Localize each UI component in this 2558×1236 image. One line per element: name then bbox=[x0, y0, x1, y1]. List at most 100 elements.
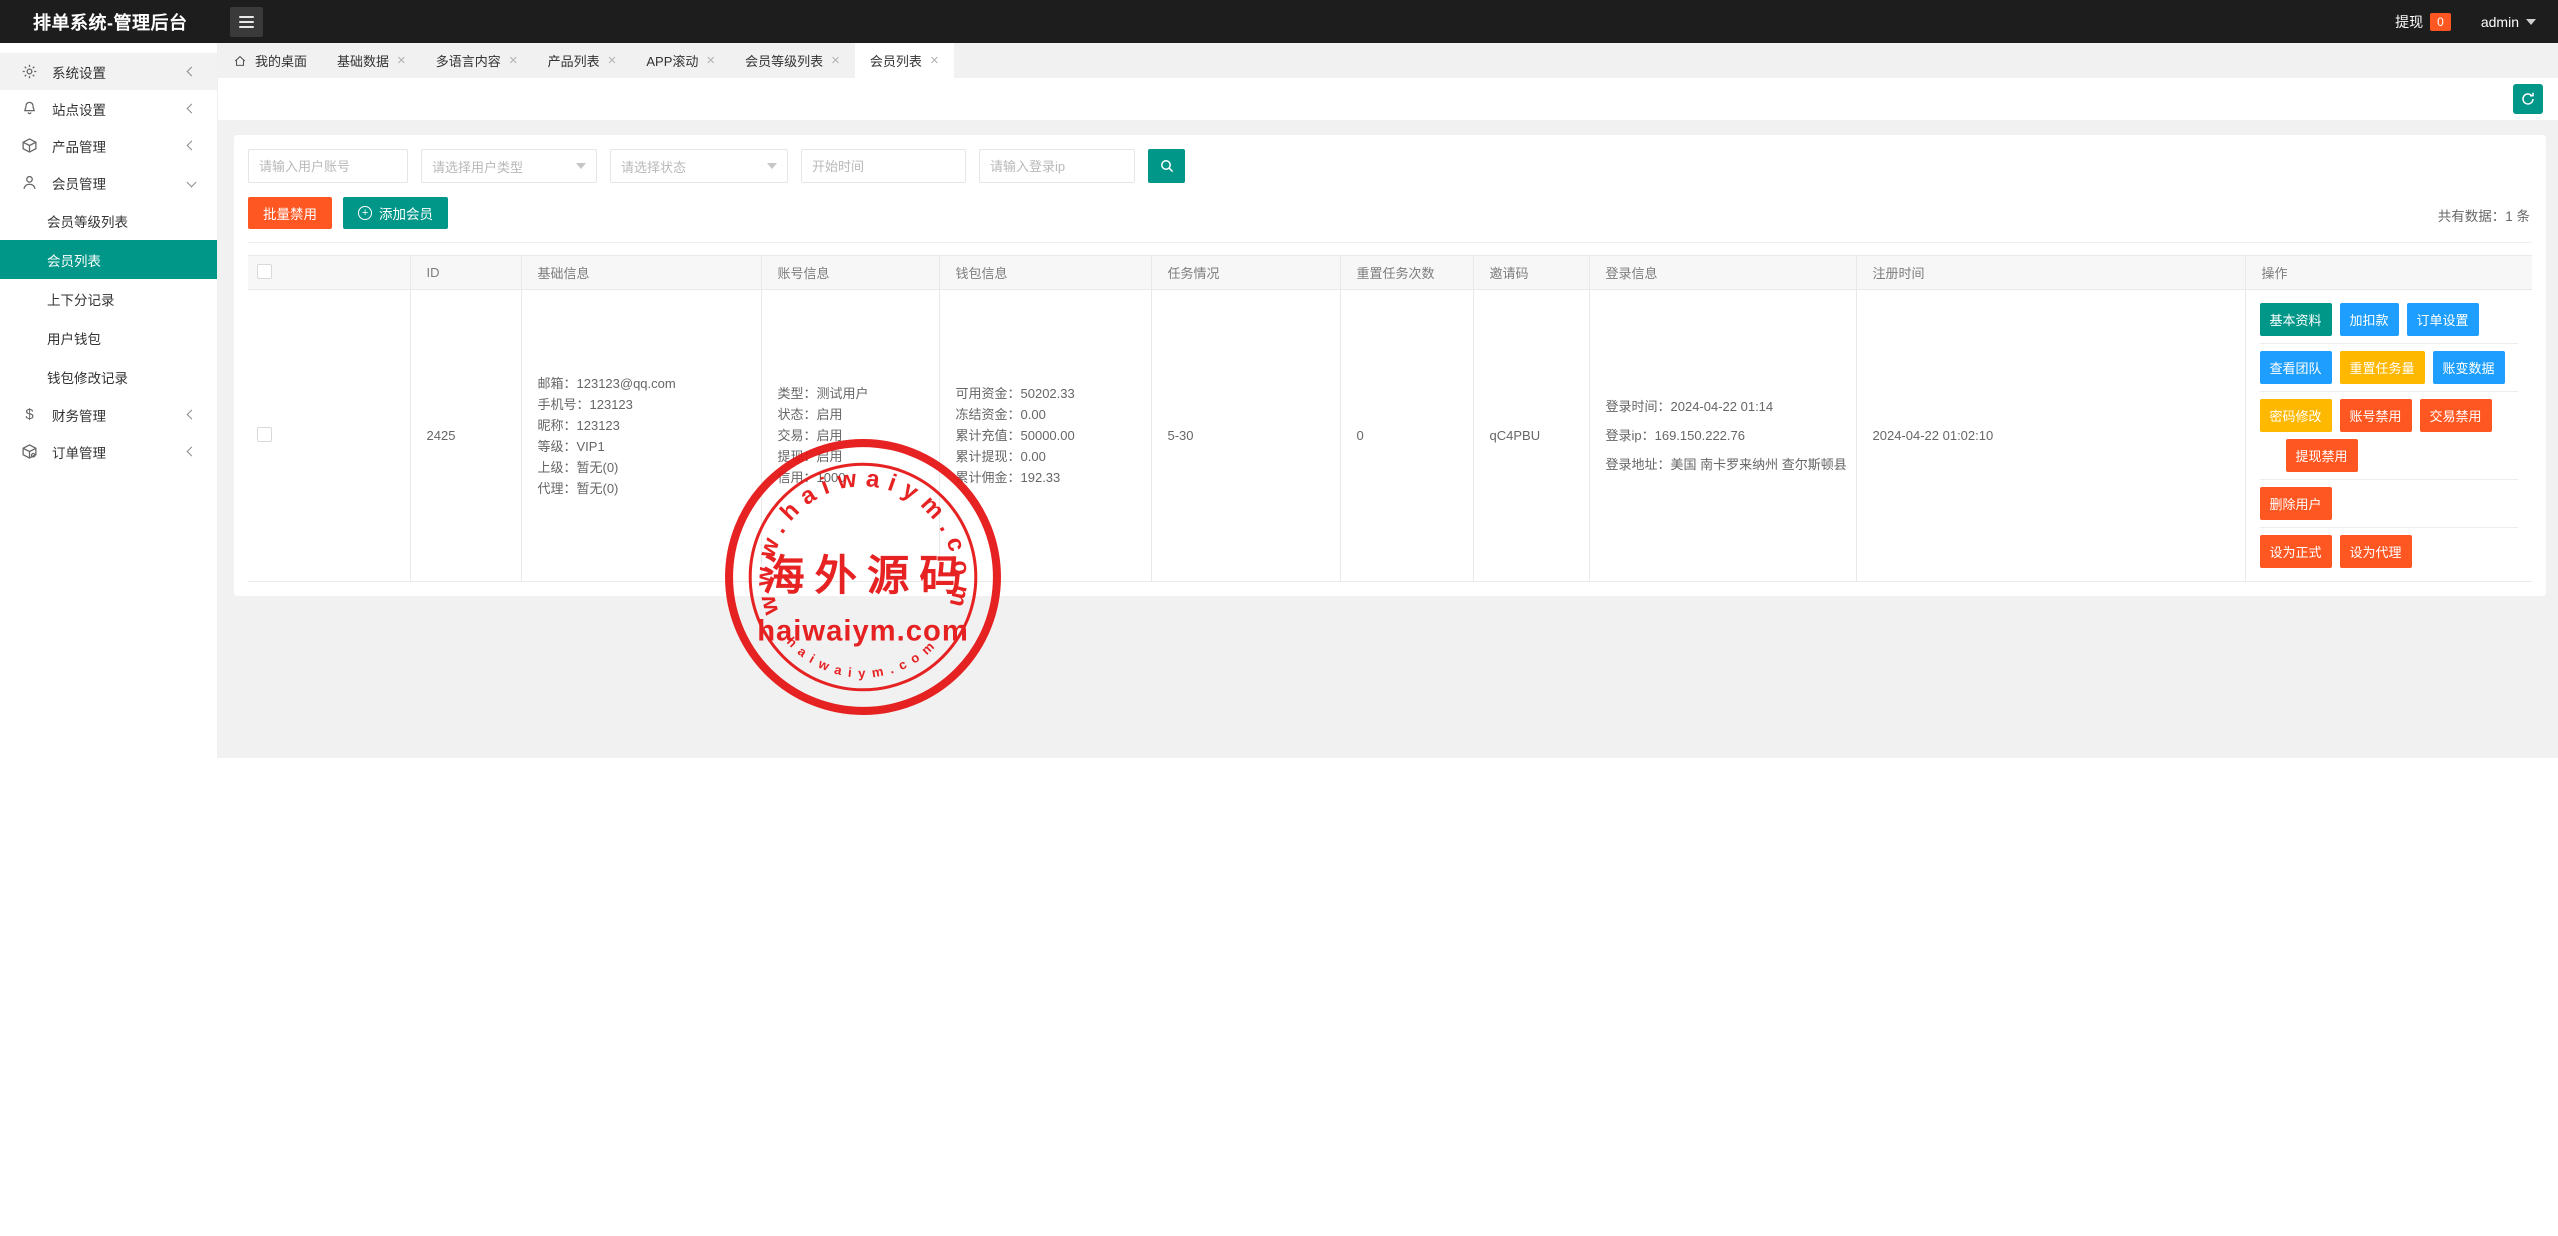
close-icon[interactable]: × bbox=[706, 53, 715, 68]
sidebar-subitem-label: 会员等级列表 bbox=[47, 211, 128, 231]
cube-icon bbox=[21, 137, 38, 154]
action-account-changes-button[interactable]: 账变数据 bbox=[2433, 351, 2505, 384]
chevron-left-icon bbox=[187, 447, 197, 457]
table-actions-row: 批量禁用 + 添加会员 共有数据：1 条 bbox=[248, 197, 2532, 229]
tab-label: 基础数据 bbox=[337, 51, 389, 70]
action-set-agent-button[interactable]: 设为代理 bbox=[2340, 535, 2412, 568]
sidebar-item-label: 财务管理 bbox=[52, 405, 188, 425]
col-header-account-info: 账号信息 bbox=[761, 256, 939, 290]
cell-wallet-info: 可用资金：50202.33 冻结资金：0.00 累计充值：50000.00 累计… bbox=[939, 290, 1151, 582]
action-reset-task-button[interactable]: 重置任务量 bbox=[2340, 351, 2425, 384]
cell-login-info: 登录时间：2024-04-22 01:14 登录ip：169.150.222.7… bbox=[1589, 290, 1856, 582]
sidebar-item-order-management[interactable]: 订单管理 bbox=[0, 433, 217, 470]
cell-actions: 基本资料 加扣款 订单设置 查看团队 重置任务量 账变数据 密码修改 账号禁用 bbox=[2245, 290, 2532, 582]
action-delete-user-button[interactable]: 删除用户 bbox=[2260, 487, 2332, 520]
tab-member-list[interactable]: 会员列表 × bbox=[855, 43, 954, 78]
cell-id: 2425 bbox=[410, 290, 521, 582]
sidebar-item-member-level-list[interactable]: 会员等级列表 bbox=[0, 201, 217, 240]
action-group: 基本资料 加扣款 订单设置 bbox=[2260, 296, 2519, 344]
close-icon[interactable]: × bbox=[397, 53, 406, 68]
sidebar-item-system-settings[interactable]: 系统设置 bbox=[0, 53, 217, 90]
sidebar-item-product-management[interactable]: 产品管理 bbox=[0, 127, 217, 164]
user-type-select[interactable]: 请选择用户类型 bbox=[421, 149, 597, 183]
row-checkbox[interactable] bbox=[257, 427, 272, 442]
select-all-checkbox[interactable] bbox=[257, 264, 272, 279]
sidebar-item-finance-management[interactable]: $ 财务管理 bbox=[0, 396, 217, 433]
tab-label: 我的桌面 bbox=[255, 51, 307, 70]
action-order-settings-button[interactable]: 订单设置 bbox=[2407, 303, 2479, 336]
table-row: 2425 邮箱：123123@qq.com 手机号：123123 昵称：1231… bbox=[248, 290, 2532, 582]
tab-label: 多语言内容 bbox=[436, 51, 501, 70]
tab-app-scroll[interactable]: APP滚动 × bbox=[631, 43, 730, 78]
close-icon[interactable]: × bbox=[831, 53, 840, 68]
action-disable-trade-button[interactable]: 交易禁用 bbox=[2420, 399, 2492, 432]
sidebar-subitem-label: 钱包修改记录 bbox=[47, 367, 128, 387]
close-icon[interactable]: × bbox=[930, 53, 939, 68]
withdraw-count-badge: 0 bbox=[2430, 13, 2451, 31]
tab-basic-data[interactable]: 基础数据 × bbox=[322, 43, 421, 78]
sidebar-toggle-button[interactable] bbox=[230, 7, 263, 37]
user-menu[interactable]: admin bbox=[2481, 14, 2536, 30]
action-disable-withdraw-button[interactable]: 提现禁用 bbox=[2286, 439, 2358, 472]
chevron-down-icon bbox=[187, 178, 197, 188]
account-input[interactable] bbox=[248, 149, 408, 183]
sidebar-item-member-management[interactable]: 会员管理 bbox=[0, 164, 217, 201]
cell-invite-code: qC4PBU bbox=[1473, 290, 1589, 582]
chevron-left-icon bbox=[187, 67, 197, 77]
topbar: 排单系统-管理后台 提现 0 admin bbox=[0, 0, 2558, 43]
topbar-right: 提现 0 admin bbox=[2395, 12, 2558, 32]
sidebar: 系统设置 站点设置 产品管理 会员管理 会员等级列表 bbox=[0, 43, 218, 758]
cell-register-time: 2024-04-22 01:02:10 bbox=[1856, 290, 2245, 582]
refresh-button[interactable] bbox=[2513, 84, 2543, 114]
col-header-register-time: 注册时间 bbox=[1856, 256, 2245, 290]
app-title: 排单系统-管理后台 bbox=[0, 9, 218, 35]
sidebar-item-wallet-change-records[interactable]: 钱包修改记录 bbox=[0, 357, 217, 396]
start-time-input[interactable] bbox=[801, 149, 966, 183]
action-view-team-button[interactable]: 查看团队 bbox=[2260, 351, 2332, 384]
action-add-deduct-button[interactable]: 加扣款 bbox=[2340, 303, 2399, 336]
tab-label: 会员等级列表 bbox=[745, 51, 823, 70]
close-icon[interactable]: × bbox=[509, 53, 518, 68]
sidebar-item-member-list[interactable]: 会员列表 bbox=[0, 240, 217, 279]
stamp-center-en-text: haiwaiym.com bbox=[757, 615, 969, 647]
table-header-row: ID 基础信息 账号信息 钱包信息 任务情况 重置任务次数 邀请码 登录信息 注… bbox=[248, 256, 2532, 290]
col-header-wallet-info: 钱包信息 bbox=[939, 256, 1151, 290]
sidebar-item-user-wallet[interactable]: 用户钱包 bbox=[0, 318, 217, 357]
sidebar-item-site-settings[interactable]: 站点设置 bbox=[0, 90, 217, 127]
tab-product-list[interactable]: 产品列表 × bbox=[533, 43, 632, 78]
action-set-official-button[interactable]: 设为正式 bbox=[2260, 535, 2332, 568]
admin-app: 排单系统-管理后台 提现 0 admin 系统设置 bbox=[0, 0, 2558, 758]
tab-desktop[interactable]: 我的桌面 bbox=[218, 43, 322, 78]
search-button[interactable] bbox=[1148, 149, 1185, 183]
stamp-bottom-arc-text: haiwaiym.com bbox=[784, 634, 942, 681]
filter-row: 请选择用户类型 请选择状态 bbox=[248, 149, 2532, 183]
cell-reset-task-count: 0 bbox=[1340, 290, 1473, 582]
action-change-password-button[interactable]: 密码修改 bbox=[2260, 399, 2332, 432]
user-type-placeholder: 请选择用户类型 bbox=[432, 157, 523, 176]
sidebar-subitem-label: 会员列表 bbox=[47, 250, 101, 270]
tab-member-level-list[interactable]: 会员等级列表 × bbox=[730, 43, 855, 78]
add-member-button[interactable]: + 添加会员 bbox=[343, 197, 448, 229]
col-header-basic-info: 基础信息 bbox=[521, 256, 761, 290]
sidebar-item-score-records[interactable]: 上下分记录 bbox=[0, 279, 217, 318]
username: admin bbox=[2481, 14, 2519, 30]
cell-account-info: 类型：测试用户 状态：启用 交易：启用 提现：启用 信用：1000 bbox=[761, 290, 939, 582]
withdraw-label: 提现 bbox=[2395, 12, 2423, 32]
action-disable-account-button[interactable]: 账号禁用 bbox=[2340, 399, 2412, 432]
login-ip-input[interactable] bbox=[979, 149, 1135, 183]
caret-down-icon bbox=[767, 163, 777, 169]
action-basic-profile-button[interactable]: 基本资料 bbox=[2260, 303, 2332, 336]
withdraw-link[interactable]: 提现 0 bbox=[2395, 12, 2451, 32]
tabbar: 我的桌面 基础数据 × 多语言内容 × 产品列表 × APP滚动 × 会员等级列… bbox=[218, 43, 2558, 78]
status-select[interactable]: 请选择状态 bbox=[610, 149, 788, 183]
col-header-reset-task-count: 重置任务次数 bbox=[1340, 256, 1473, 290]
action-group: 密码修改 账号禁用 交易禁用 提现禁用 bbox=[2260, 392, 2519, 480]
chevron-left-icon bbox=[187, 410, 197, 420]
batch-disable-button[interactable]: 批量禁用 bbox=[248, 197, 332, 229]
tab-multilang-content[interactable]: 多语言内容 × bbox=[421, 43, 533, 78]
chevron-left-icon bbox=[187, 141, 197, 151]
col-header-id: ID bbox=[410, 256, 521, 290]
close-icon[interactable]: × bbox=[608, 53, 617, 68]
member-table: ID 基础信息 账号信息 钱包信息 任务情况 重置任务次数 邀请码 登录信息 注… bbox=[248, 255, 2532, 582]
status-placeholder: 请选择状态 bbox=[621, 157, 686, 176]
